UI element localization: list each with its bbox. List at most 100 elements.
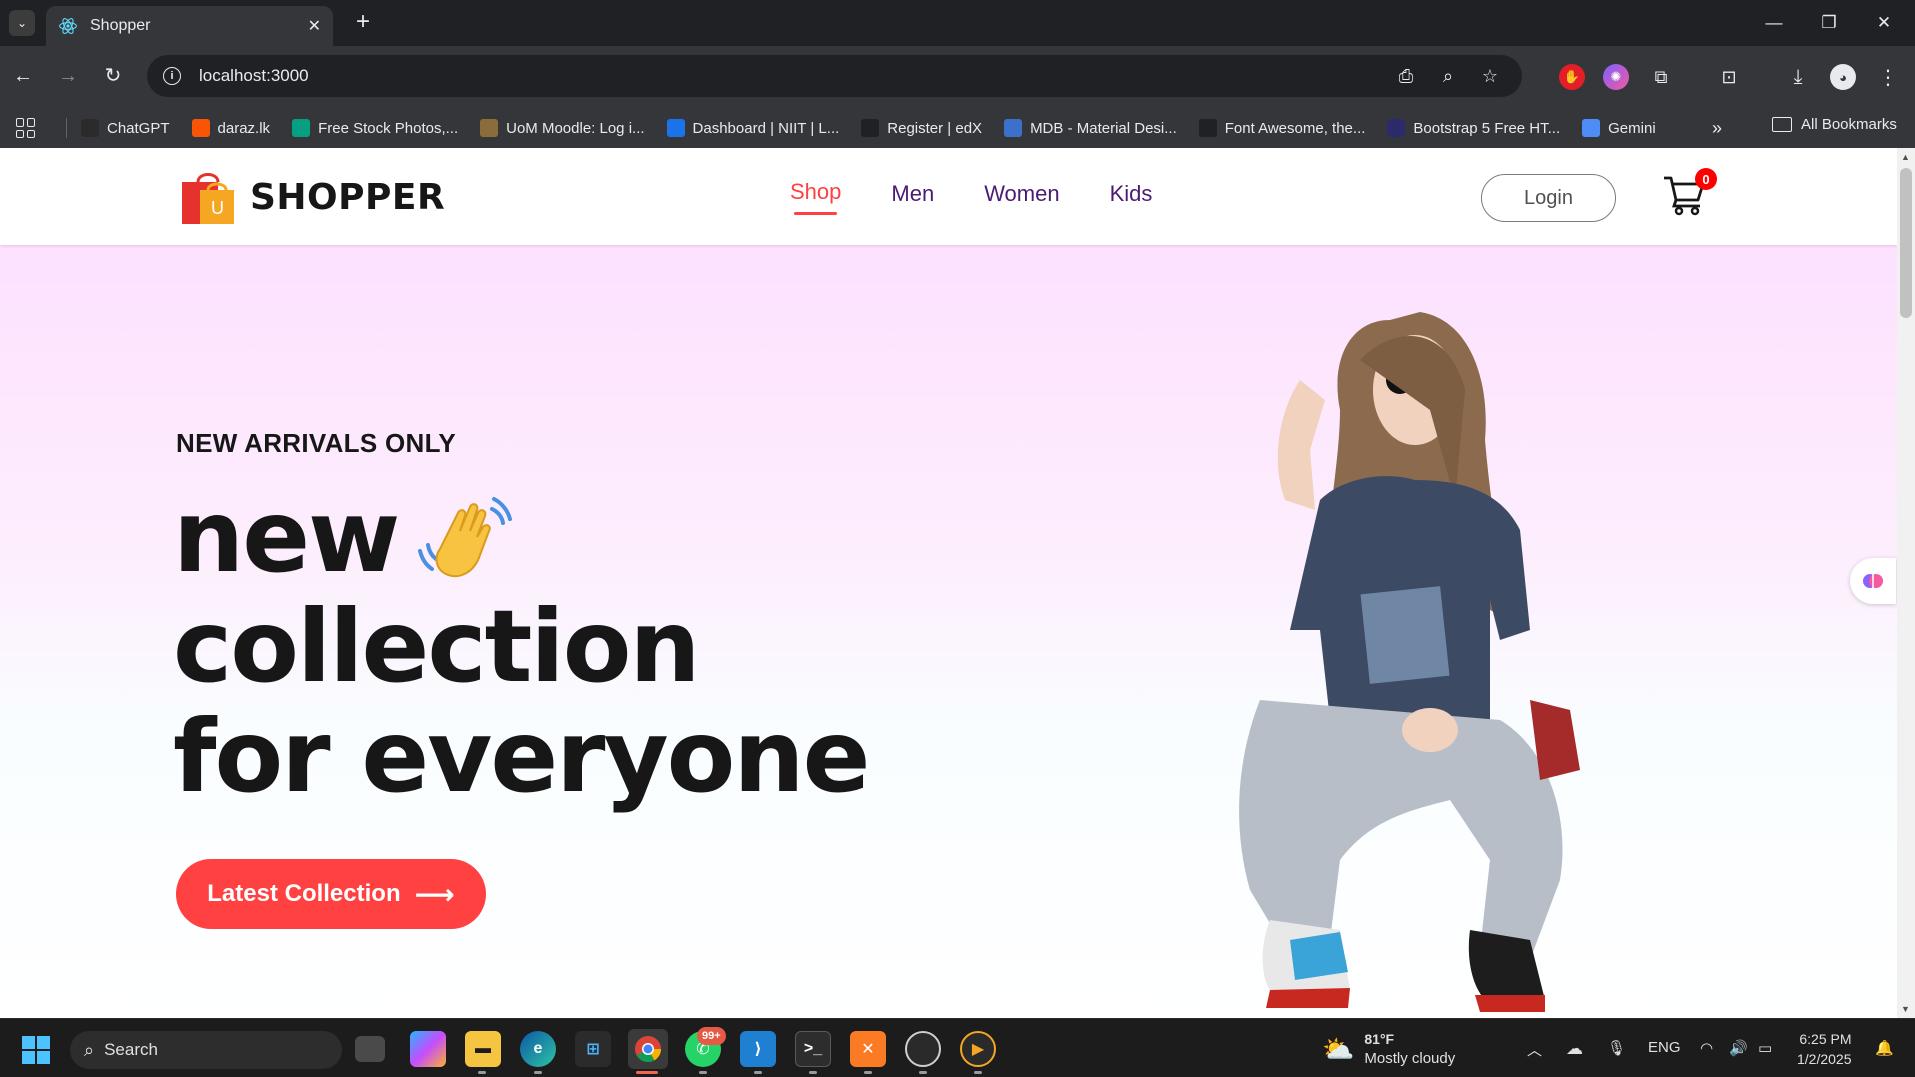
- minimize-button[interactable]: —: [1759, 8, 1789, 38]
- bookmark-item[interactable]: Free Stock Photos,...: [292, 119, 458, 137]
- all-bookmarks-label: All Bookmarks: [1801, 116, 1897, 133]
- scroll-up-arrow[interactable]: ▲: [1901, 152, 1910, 162]
- brain-icon: [1863, 574, 1883, 588]
- bookmarks-bar: ChatGPT daraz.lk Free Stock Photos,... UoM …: [0, 108, 1915, 148]
- bookmark-item[interactable]: Register | edX: [861, 119, 982, 137]
- cta-label: Latest Collection: [207, 880, 401, 907]
- adblock-extension-icon[interactable]: ✋: [1559, 64, 1585, 90]
- xampp-icon[interactable]: ✕: [850, 1031, 886, 1067]
- screenshot-icon[interactable]: ⊡: [1716, 64, 1742, 90]
- reload-button[interactable]: ↻: [98, 61, 128, 91]
- site-navbar: U SHOPPER Shop Men Women Kids Login 0: [0, 148, 1897, 245]
- search-icon: ⌕: [84, 1039, 95, 1060]
- bookmark-label: Bootstrap 5 Free HT...: [1413, 119, 1561, 137]
- bookmark-item[interactable]: Gemini: [1582, 119, 1656, 137]
- side-extension-button[interactable]: [1850, 558, 1896, 604]
- hero-line-2: collection: [173, 588, 701, 705]
- pexels-icon: [292, 119, 311, 137]
- copilot-icon[interactable]: [410, 1031, 446, 1067]
- daraz-icon: [191, 119, 210, 137]
- obs-icon[interactable]: [905, 1031, 941, 1067]
- menu-item-men[interactable]: Men: [891, 181, 934, 207]
- niit-icon: [666, 119, 685, 137]
- address-bar[interactable]: i localhost:3000 ⎙ ⌕ ☆: [147, 55, 1522, 97]
- battery-icon[interactable]: ▭: [1758, 1039, 1772, 1057]
- volume-icon[interactable]: 🔊: [1729, 1039, 1748, 1057]
- moodle-icon: [480, 119, 499, 137]
- page-scrollbar[interactable]: ▲ ▼: [1897, 148, 1915, 1018]
- bookmark-item[interactable]: MDB - Material Desi...: [1004, 119, 1177, 137]
- clock-date: 1/2/2025: [1797, 1051, 1852, 1067]
- bookmark-item[interactable]: Dashboard | NIIT | L...: [666, 119, 839, 137]
- close-window-button[interactable]: ✕: [1869, 8, 1899, 38]
- bookmark-label: UoM Moodle: Log i...: [506, 119, 645, 137]
- bootstrap-icon: [1387, 119, 1406, 137]
- weather-widget[interactable]: ⛅ 81°F Mostly cloudy: [1322, 1029, 1455, 1069]
- cloudy-weather-icon: ⛅: [1322, 1033, 1355, 1064]
- language-indicator[interactable]: ENG: [1648, 1039, 1681, 1056]
- windows-taskbar: ⌕ Search ▬ e ⊞ ✆ 99+ ⟩ >_ ✕ ▶ ⛅ 81°F Mos…: [0, 1018, 1915, 1077]
- menu-item-kids[interactable]: Kids: [1110, 181, 1153, 207]
- react-icon: [59, 18, 77, 34]
- show-hidden-icons-chevron-icon[interactable]: ︿: [1527, 1039, 1542, 1060]
- system-clock[interactable]: 6:25 PM 1/2/2025: [1797, 1029, 1852, 1069]
- media-player-icon[interactable]: ▶: [960, 1031, 996, 1067]
- brain-extension-icon[interactable]: ✺: [1603, 64, 1629, 90]
- new-tab-button[interactable]: +: [349, 9, 377, 37]
- onedrive-cloud-icon[interactable]: ☁: [1566, 1039, 1583, 1059]
- vscode-icon[interactable]: ⟩: [740, 1031, 776, 1067]
- bookmark-star-icon[interactable]: ☆: [1474, 66, 1506, 87]
- logo-bag-letter: U: [211, 198, 224, 218]
- whatsapp-badge: 99+: [697, 1027, 726, 1045]
- notifications-bell-icon[interactable]: 🔔: [1875, 1039, 1894, 1057]
- microphone-icon[interactable]: 🎙: [1607, 1039, 1626, 1057]
- login-button[interactable]: Login: [1481, 174, 1616, 222]
- taskbar-search[interactable]: ⌕ Search: [70, 1031, 342, 1069]
- clock-time: 6:25 PM: [1799, 1031, 1852, 1047]
- profile-avatar[interactable]: ◕: [1830, 64, 1856, 90]
- all-bookmarks-button[interactable]: All Bookmarks: [1772, 116, 1897, 133]
- back-button[interactable]: ←: [8, 61, 38, 91]
- tab-strip: ⌄ Shopper ✕ + — ❐ ✕: [0, 0, 1915, 46]
- bookmark-item[interactable]: Font Awesome, the...: [1198, 119, 1366, 137]
- scroll-down-arrow[interactable]: ▼: [1901, 1004, 1910, 1014]
- browser-tab[interactable]: Shopper ✕: [46, 6, 333, 46]
- url-text[interactable]: localhost:3000: [199, 66, 1380, 86]
- wifi-icon[interactable]: ◠: [1700, 1039, 1713, 1057]
- download-icon[interactable]: ⤓: [1785, 64, 1811, 90]
- tab-close-icon[interactable]: ✕: [308, 16, 321, 36]
- bookmark-item[interactable]: daraz.lk: [191, 119, 270, 137]
- task-view-icon[interactable]: [355, 1036, 385, 1062]
- file-explorer-running-indicator: [478, 1071, 486, 1074]
- more-menu-icon[interactable]: ⋮: [1875, 64, 1901, 90]
- menu-item-women[interactable]: Women: [984, 181, 1059, 207]
- bookmark-item[interactable]: UoM Moodle: Log i...: [480, 119, 645, 137]
- extensions-icon[interactable]: ⧉: [1648, 64, 1674, 90]
- chrome-icon[interactable]: [628, 1029, 668, 1069]
- terminal-icon[interactable]: >_: [795, 1031, 831, 1067]
- xampp-running-indicator: [864, 1071, 872, 1074]
- apps-icon[interactable]: [16, 118, 36, 138]
- site-info-icon[interactable]: i: [163, 67, 181, 85]
- bookmark-label: MDB - Material Desi...: [1030, 119, 1177, 137]
- scrollbar-thumb[interactable]: [1900, 168, 1912, 318]
- bookmark-label: Font Awesome, the...: [1224, 119, 1366, 137]
- microsoft-store-icon[interactable]: ⊞: [575, 1031, 611, 1067]
- windows-start-icon[interactable]: [22, 1036, 50, 1064]
- edge-icon[interactable]: e: [520, 1031, 556, 1067]
- mdb-icon: [1004, 119, 1023, 137]
- fontawesome-icon: [1198, 119, 1217, 137]
- file-explorer-icon[interactable]: ▬: [465, 1031, 501, 1067]
- forward-button[interactable]: →: [53, 61, 83, 91]
- install-app-icon[interactable]: ⎙: [1390, 66, 1422, 87]
- bookmark-item[interactable]: ChatGPT: [81, 119, 170, 137]
- bookmark-item[interactable]: Bootstrap 5 Free HT...: [1387, 119, 1560, 137]
- zoom-icon[interactable]: ⌕: [1432, 66, 1464, 87]
- bookmark-label: Free Stock Photos,...: [318, 119, 459, 137]
- more-bookmarks-icon[interactable]: »: [1712, 118, 1722, 139]
- latest-collection-button[interactable]: Latest Collection ⟶: [176, 859, 486, 929]
- menu-item-shop[interactable]: Shop: [790, 179, 841, 215]
- tab-search-button[interactable]: ⌄: [9, 10, 35, 36]
- site-logo[interactable]: U SHOPPER: [178, 168, 445, 226]
- restore-button[interactable]: ❐: [1814, 8, 1844, 38]
